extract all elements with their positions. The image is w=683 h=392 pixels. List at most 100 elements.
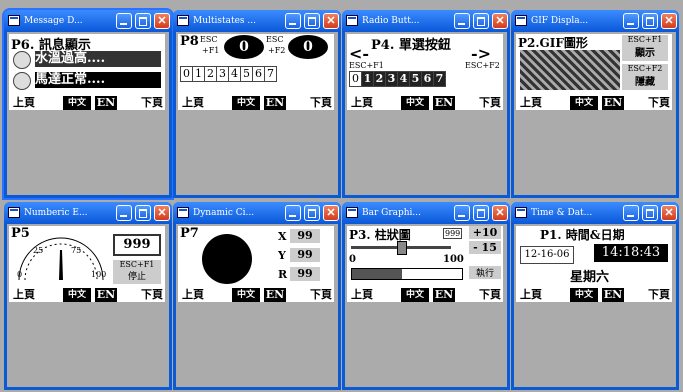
- prev-page-button[interactable]: 上頁: [13, 288, 35, 302]
- title-bar[interactable]: Bar Graphi...: [342, 202, 510, 224]
- radio-option[interactable]: 4: [398, 71, 410, 87]
- minus-button[interactable]: - 15: [469, 241, 501, 254]
- show-button[interactable]: ESC+F1 顯示: [622, 35, 668, 61]
- close-icon[interactable]: [661, 205, 677, 221]
- close-icon[interactable]: [492, 205, 508, 221]
- radio-option[interactable]: 1: [362, 71, 374, 87]
- window-numeric-entry[interactable]: Numberic E... P5 25 75 0 100 999 ESC+F1 …: [4, 202, 172, 390]
- next-page-button[interactable]: 下頁: [141, 288, 163, 302]
- next-page-button[interactable]: 下頁: [310, 288, 332, 302]
- english-button[interactable]: EN: [433, 96, 455, 110]
- y-value[interactable]: 99: [290, 248, 320, 262]
- next-page-button[interactable]: 下頁: [479, 288, 501, 302]
- minimize-icon[interactable]: [285, 13, 301, 29]
- maximize-icon[interactable]: [473, 205, 489, 221]
- radio-option[interactable]: 3: [386, 71, 398, 87]
- next-page-button[interactable]: 下頁: [648, 96, 670, 110]
- english-button[interactable]: EN: [433, 288, 455, 302]
- title-bar[interactable]: Dynamic Ci...: [173, 202, 341, 224]
- execute-button[interactable]: 執行: [469, 266, 501, 279]
- english-button[interactable]: EN: [95, 96, 117, 110]
- chinese-button[interactable]: 中文: [401, 288, 429, 302]
- next-page-button[interactable]: 下頁: [141, 96, 163, 110]
- numeric-input[interactable]: 999: [113, 234, 161, 256]
- window-radio-buttons[interactable]: Radio Butt... P4. 單選按鈕 <- -> ESC+F1 ESC+…: [342, 10, 510, 198]
- digit-cell[interactable]: 0: [180, 66, 193, 82]
- minimize-icon[interactable]: [116, 13, 132, 29]
- english-button[interactable]: EN: [95, 288, 117, 302]
- minimize-icon[interactable]: [116, 205, 132, 221]
- digit-cell[interactable]: 6: [253, 66, 265, 82]
- english-button[interactable]: EN: [602, 288, 624, 302]
- prev-page-button[interactable]: 上頁: [520, 96, 542, 110]
- plus-button[interactable]: +10: [469, 226, 501, 239]
- hide-button[interactable]: ESC+F2 隱藏: [622, 64, 668, 90]
- maximize-icon[interactable]: [304, 205, 320, 221]
- chinese-button[interactable]: 中文: [63, 288, 91, 302]
- radio-option[interactable]: 7: [434, 71, 446, 87]
- title-bar[interactable]: Radio Butt...: [342, 10, 510, 32]
- window-dynamic-circle[interactable]: Dynamic Ci... P7 X 99 Y 99 R 99 上頁 中文 EN…: [173, 202, 341, 390]
- digit-cell[interactable]: 3: [217, 66, 229, 82]
- chinese-button[interactable]: 中文: [232, 96, 260, 110]
- radio-option[interactable]: 2: [374, 71, 386, 87]
- chinese-button[interactable]: 中文: [570, 288, 598, 302]
- close-icon[interactable]: [323, 205, 339, 221]
- digit-cell[interactable]: 2: [205, 66, 217, 82]
- radio-option[interactable]: 6: [422, 71, 434, 87]
- minimize-icon[interactable]: [623, 13, 639, 29]
- slider-handle[interactable]: [397, 241, 407, 255]
- english-button[interactable]: EN: [264, 96, 286, 110]
- maximize-icon[interactable]: [304, 13, 320, 29]
- minimize-icon[interactable]: [454, 13, 470, 29]
- window-bar-graph[interactable]: Bar Graphi... P3. 柱狀圖 999 +10 - 15 0 100…: [342, 202, 510, 390]
- title-bar[interactable]: Numberic E...: [4, 202, 172, 224]
- maximize-icon[interactable]: [642, 205, 658, 221]
- digit-cell[interactable]: 7: [265, 66, 277, 82]
- close-icon[interactable]: [492, 13, 508, 29]
- window-time-date[interactable]: Time & Dat... P1. 時間&日期 12-16-06 14:18:4…: [511, 202, 679, 390]
- english-button[interactable]: EN: [602, 96, 624, 110]
- window-message-display[interactable]: Message D... P6. 訊息顯示 水溫過高.... 馬達正常.... …: [2, 8, 174, 200]
- maximize-icon[interactable]: [473, 13, 489, 29]
- x-value[interactable]: 99: [290, 229, 320, 243]
- title-bar[interactable]: Multistates ...: [173, 10, 341, 32]
- minimize-icon[interactable]: [454, 205, 470, 221]
- minimize-icon[interactable]: [623, 205, 639, 221]
- stop-button[interactable]: ESC+F1 停止: [113, 260, 161, 284]
- chinese-button[interactable]: 中文: [63, 96, 91, 110]
- title-bar[interactable]: Time & Dat...: [511, 202, 679, 224]
- next-page-button[interactable]: 下頁: [479, 96, 501, 110]
- maximize-icon[interactable]: [135, 205, 151, 221]
- maximize-icon[interactable]: [642, 13, 658, 29]
- prev-page-button[interactable]: 上頁: [13, 96, 35, 110]
- prev-page-button[interactable]: 上頁: [182, 96, 204, 110]
- digit-cell[interactable]: 5: [241, 66, 253, 82]
- radio-option[interactable]: 0: [349, 71, 362, 87]
- prev-page-button[interactable]: 上頁: [351, 288, 373, 302]
- prev-page-button[interactable]: 上頁: [182, 288, 204, 302]
- prev-page-button[interactable]: 上頁: [351, 96, 373, 110]
- chinese-button[interactable]: 中文: [570, 96, 598, 110]
- close-icon[interactable]: [661, 13, 677, 29]
- minimize-icon[interactable]: [285, 205, 301, 221]
- multistate-button-1[interactable]: 0: [224, 35, 264, 59]
- chinese-button[interactable]: 中文: [232, 288, 260, 302]
- next-page-button[interactable]: 下頁: [648, 288, 670, 302]
- window-multistates[interactable]: Multistates ... P8 ESC +F1 0 ESC +F2 0 0…: [173, 10, 341, 198]
- close-icon[interactable]: [154, 13, 170, 29]
- next-page-button[interactable]: 下頁: [310, 96, 332, 110]
- prev-page-button[interactable]: 上頁: [520, 288, 542, 302]
- title-bar[interactable]: Message D...: [4, 10, 172, 32]
- maximize-icon[interactable]: [135, 13, 151, 29]
- close-icon[interactable]: [323, 13, 339, 29]
- multistate-button-2[interactable]: 0: [288, 35, 328, 59]
- english-button[interactable]: EN: [264, 288, 286, 302]
- close-icon[interactable]: [154, 205, 170, 221]
- digit-cell[interactable]: 1: [193, 66, 205, 82]
- window-gif-display[interactable]: GIF Displa... P2.GIF圖形 ESC+F1 顯示 ESC+F2 …: [511, 10, 679, 198]
- title-bar[interactable]: GIF Displa...: [511, 10, 679, 32]
- r-value[interactable]: 99: [290, 267, 320, 281]
- digit-cell[interactable]: 4: [229, 66, 241, 82]
- chinese-button[interactable]: 中文: [401, 96, 429, 110]
